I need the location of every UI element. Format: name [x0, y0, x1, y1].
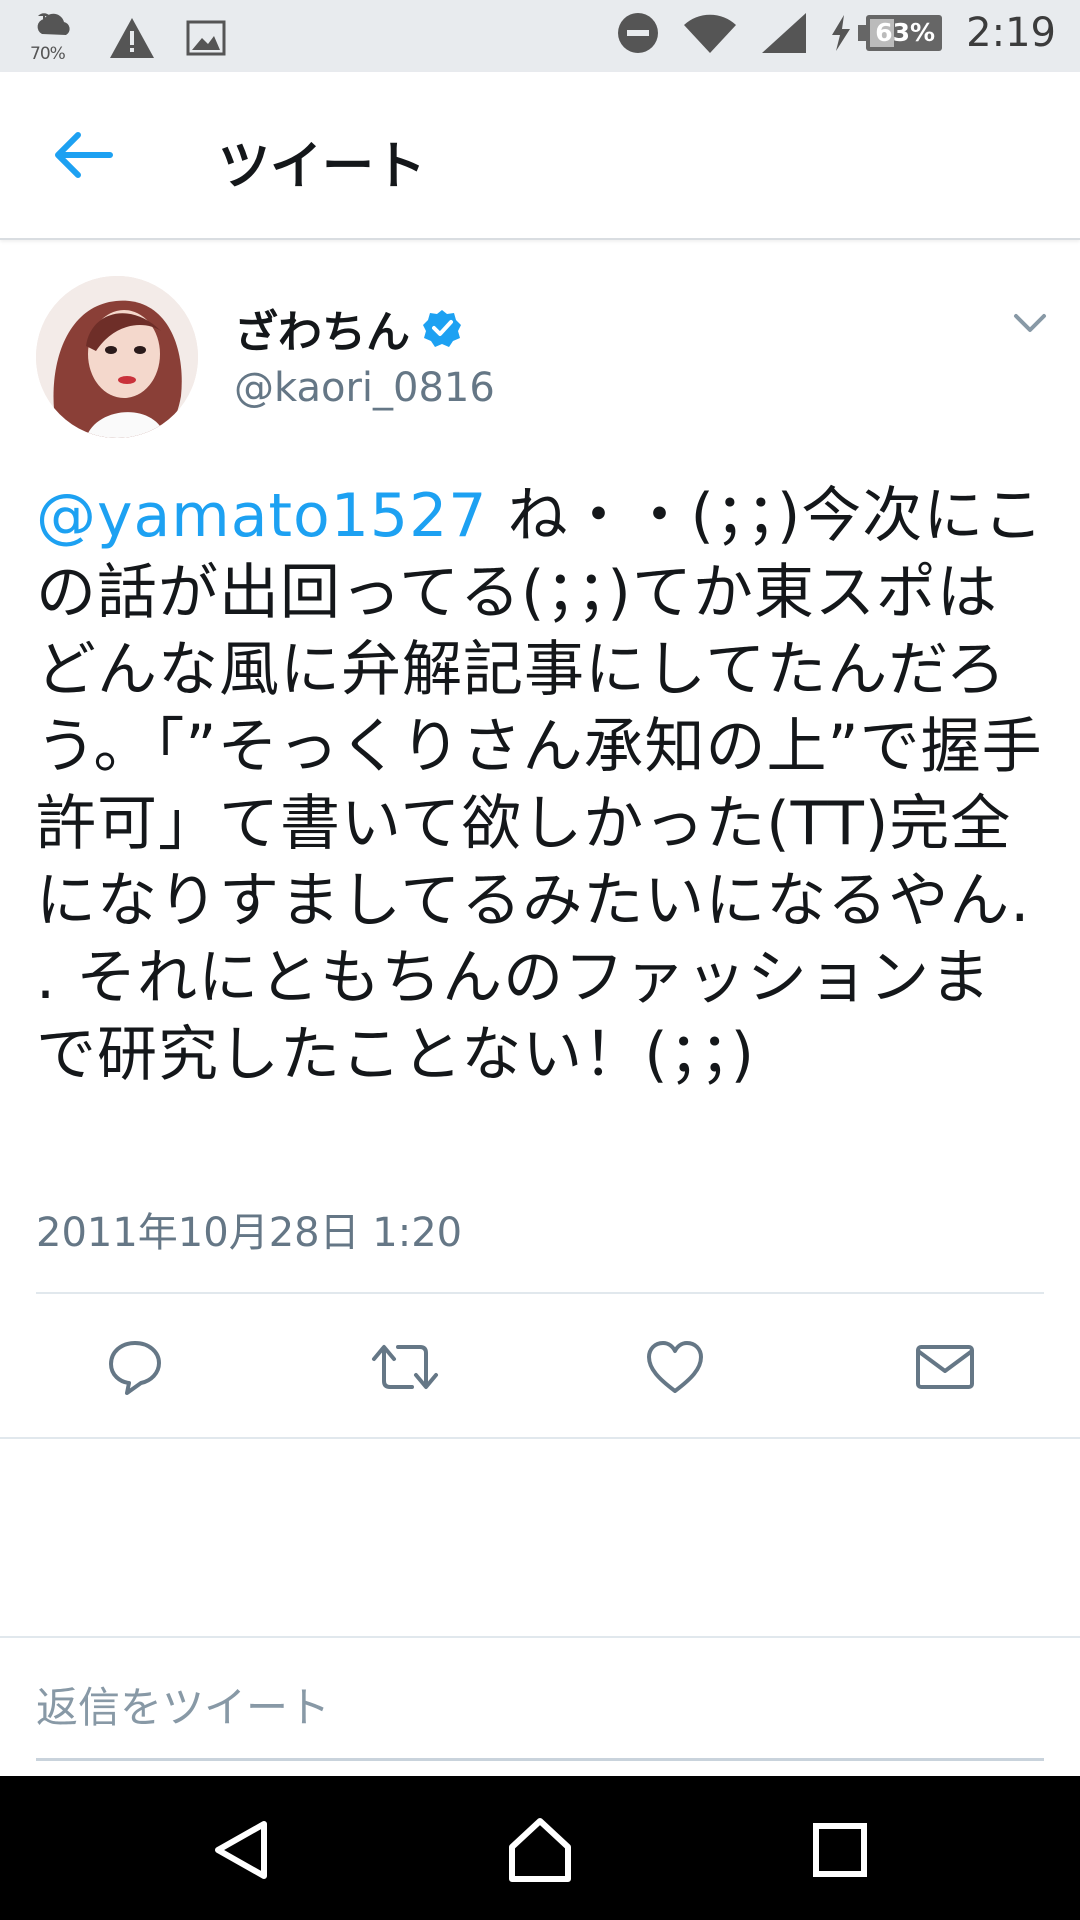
divider [0, 1437, 1080, 1439]
author-handle[interactable]: @kaori_0816 [234, 365, 495, 411]
battery-group: 63% [830, 13, 944, 53]
tweet-menu-button[interactable] [1010, 302, 1050, 342]
avatar[interactable] [36, 276, 198, 438]
signal-icon [762, 13, 807, 53]
recents-nav-icon [813, 1823, 867, 1877]
clock: 2:19 [966, 10, 1056, 56]
back-nav-icon [215, 1821, 267, 1879]
reply-button[interactable] [98, 1330, 172, 1404]
reply-input[interactable]: 返信をツイート [36, 1680, 1044, 1761]
status-left-icons: 70% [28, 12, 226, 64]
page-title: ツイート [218, 137, 427, 197]
divider [36, 1292, 1044, 1294]
mention-link[interactable]: @yamato1527 [36, 481, 487, 551]
divider [0, 1636, 1080, 1638]
home-nav-icon [509, 1818, 571, 1882]
dm-button[interactable] [908, 1330, 982, 1404]
verified-badge-icon [423, 310, 461, 347]
nav-home-button[interactable] [504, 1814, 576, 1886]
status-bar: 70% 63% 2:19 [0, 0, 1080, 72]
tweet-body: ね・・(；；)今次にこの話が出回ってる(；；)てか東スポはどんな風に弁解記事にし… [36, 481, 1045, 1090]
app-bar: ツイート [0, 72, 1080, 240]
weather-icon: 70% [28, 12, 78, 64]
wifi-icon [684, 14, 737, 54]
nav-back-button[interactable] [206, 1814, 278, 1886]
back-button[interactable] [48, 127, 120, 183]
image-icon [186, 20, 226, 56]
chevron-down-icon [1014, 314, 1046, 332]
nav-recents-button[interactable] [804, 1814, 876, 1886]
like-button[interactable] [638, 1330, 712, 1404]
status-right-icons: 63% 2:19 [616, 10, 1056, 56]
tweet-timestamp: 2011年10月28日 1:20 [36, 1210, 463, 1256]
warning-icon [110, 18, 154, 58]
dm-icon [916, 1345, 974, 1389]
battery-percent: 63% [875, 18, 936, 47]
author-row[interactable]: ざわちん [234, 296, 462, 360]
tweet-text: @yamato1527 ね・・(；；)今次にこの話が出回ってる(；；)てか東スポ… [36, 478, 1046, 1094]
navigation-bar [0, 1776, 1080, 1920]
tweet-actions [0, 1330, 1080, 1404]
back-arrow-icon [55, 132, 113, 178]
battery-icon: 63% [856, 13, 944, 53]
retweet-icon [372, 1345, 438, 1389]
retweet-button[interactable] [368, 1330, 442, 1404]
dnd-icon [618, 13, 659, 53]
reply-icon [109, 1341, 161, 1395]
like-icon [647, 1341, 703, 1393]
author-name[interactable]: ざわちん [234, 296, 410, 360]
charging-icon [832, 15, 851, 51]
weather-percent: 70% [30, 44, 66, 64]
